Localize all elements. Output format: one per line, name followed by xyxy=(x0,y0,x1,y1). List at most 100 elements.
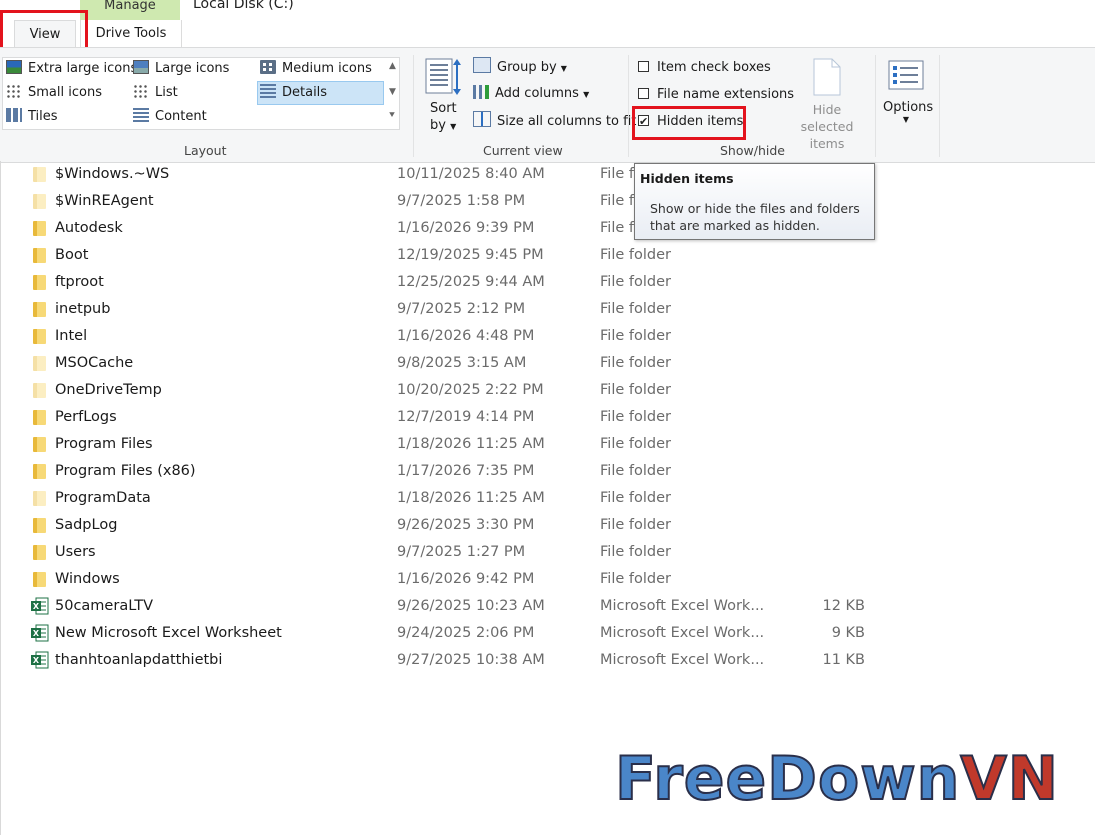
layout-large-icons[interactable]: Large icons xyxy=(133,59,229,79)
sort-by-text: by xyxy=(430,118,446,133)
file-row[interactable]: X New Microsoft Excel Worksheet 9/24/2025 … xyxy=(0,620,1095,647)
file-name: Program Files (x86) xyxy=(55,463,196,479)
item-check-boxes-checkbox[interactable] xyxy=(638,61,649,72)
file-date-modified: 10/20/2025 2:22 PM xyxy=(397,382,544,398)
file-name: inetpub xyxy=(55,301,111,317)
sort-by-button[interactable]: Sort by ▼ xyxy=(424,57,462,133)
layout-item-label: List xyxy=(155,85,178,100)
layout-medium-icons[interactable]: Medium icons xyxy=(260,59,372,79)
file-date-modified: 9/26/2025 10:23 AM xyxy=(397,598,545,614)
file-row[interactable]: Program Files 1/18/2026 11:25 AM File fold… xyxy=(0,431,1095,458)
file-date-modified: 12/7/2019 4:14 PM xyxy=(397,409,535,425)
file-row[interactable]: Users 9/7/2025 1:27 PM File folder xyxy=(0,539,1095,566)
small-icons-icon xyxy=(6,84,22,98)
file-row[interactable]: X 50cameraLTV 9/26/2025 10:23 AM Microsoft … xyxy=(0,593,1095,620)
file-row[interactable]: Xthanhtoanlapdatthietbi 9/27/2025 10:38 A… xyxy=(0,647,1095,674)
folder-icon xyxy=(33,194,46,209)
file-date-modified: 9/7/2025 1:27 PM xyxy=(397,544,526,560)
ribbon-separator xyxy=(628,55,629,157)
layout-small-icons[interactable]: Small icons xyxy=(6,83,102,103)
folder-icon xyxy=(33,248,46,263)
file-date-modified: 9/27/2025 10:38 AM xyxy=(397,652,545,668)
file-size: 12 KB xyxy=(822,598,865,614)
file-name: thanhtoanlapdatthietbi xyxy=(55,652,223,668)
file-date-modified: 1/18/2026 11:25 AM xyxy=(397,436,545,452)
file-name: Program Files xyxy=(55,436,153,452)
hide-selected-items-icon xyxy=(812,57,842,101)
file-type: File folder xyxy=(600,355,671,371)
manage-contextual-tab[interactable]: Manage xyxy=(80,0,180,20)
file-type: File folder xyxy=(600,436,671,452)
file-date-modified: 9/7/2025 2:12 PM xyxy=(397,301,526,317)
layout-item-label: Details xyxy=(282,85,328,100)
file-size: 9 KB xyxy=(831,625,865,641)
options-button[interactable]: Options ▼ xyxy=(883,100,933,124)
file-row[interactable]: inetpub 9/7/2025 2:12 PM File folder xyxy=(0,296,1095,323)
layout-details[interactable]: Details xyxy=(260,83,327,103)
file-row[interactable]: PerfLogs 12/7/2019 4:14 PM File folder xyxy=(0,404,1095,431)
size-all-label: Size all columns to fit xyxy=(497,114,637,129)
file-name: MSOCache xyxy=(55,355,134,371)
file-name: New Microsoft Excel Worksheet xyxy=(55,625,282,641)
details-icon xyxy=(260,84,276,98)
file-row[interactable]: Windows 1/16/2026 9:42 PM File folder xyxy=(0,566,1095,593)
logo-text-red: VN xyxy=(959,744,1059,814)
file-name-extensions-checkbox[interactable] xyxy=(638,88,649,99)
file-row[interactable]: MSOCache 9/8/2025 3:15 AM File folder xyxy=(0,350,1095,377)
add-columns-button[interactable]: Add columns ▼ xyxy=(473,84,589,104)
file-name: ProgramData xyxy=(55,490,151,506)
file-date-modified: 10/11/2025 8:40 AM xyxy=(397,166,545,182)
svg-text:X: X xyxy=(33,629,40,638)
folder-icon xyxy=(33,518,46,533)
file-name-extensions-toggle[interactable]: File name extensions xyxy=(638,85,794,105)
group-by-button[interactable]: Group by ▼ xyxy=(473,57,567,77)
layout-list[interactable]: List xyxy=(133,83,178,103)
file-type: File f xyxy=(600,220,634,236)
sort-by-icon xyxy=(425,58,461,95)
layout-extra-large-icons[interactable]: Extra large icons xyxy=(6,59,137,79)
file-row[interactable]: Intel 1/16/2026 4:48 PM File folder xyxy=(0,323,1095,350)
file-row[interactable]: ftproot 12/25/2025 9:44 AM File folder xyxy=(0,269,1095,296)
file-date-modified: 1/18/2026 11:25 AM xyxy=(397,490,545,506)
group-label-layout: Layout xyxy=(184,143,227,158)
excel-file-icon: X xyxy=(31,651,49,669)
file-type: Microsoft Excel Work... xyxy=(600,598,765,614)
folder-icon xyxy=(33,275,46,290)
file-row[interactable]: $WinREAgent 9/7/2025 1:58 PM File f xyxy=(0,188,1095,215)
file-row[interactable]: $Windows.~WS 10/11/2025 8:40 AM File f xyxy=(0,161,1095,188)
chevron-down-icon: ▼ xyxy=(450,122,457,131)
layout-item-label: Small icons xyxy=(28,85,102,100)
gallery-scroll-up-icon[interactable]: ▲ xyxy=(389,61,396,71)
size-all-columns-button[interactable]: Size all columns to fit xyxy=(473,111,636,131)
file-row[interactable]: Program Files (x86) 1/17/2026 7:35 PM File… xyxy=(0,458,1095,485)
excel-file-icon: X xyxy=(31,624,49,642)
gallery-more-icon[interactable]: ⯆ xyxy=(388,110,396,121)
file-row[interactable]: SadpLog 9/26/2025 3:30 PM File folder xyxy=(0,512,1095,539)
file-row[interactable]: Autodesk 1/16/2026 9:39 PM File f xyxy=(0,215,1095,242)
tooltip-line: Show or hide the files and folders xyxy=(650,201,860,216)
layout-item-label: Large icons xyxy=(155,61,230,76)
file-date-modified: 12/19/2025 9:45 PM xyxy=(397,247,544,263)
item-check-boxes-toggle[interactable]: Item check boxes xyxy=(638,58,771,78)
file-name: ftproot xyxy=(55,274,104,290)
file-name: Intel xyxy=(55,328,88,344)
file-row[interactable]: OneDriveTemp 10/20/2025 2:22 PM File folde… xyxy=(0,377,1095,404)
layout-content[interactable]: Content xyxy=(133,107,207,127)
group-label-current-view: Current view xyxy=(483,143,563,158)
tab-drive-tools[interactable]: Drive Tools xyxy=(80,20,182,48)
file-row[interactable]: ProgramData 1/18/2026 11:25 AM File folder xyxy=(0,485,1095,512)
file-name: $WinREAgent xyxy=(55,193,154,209)
file-name: Autodesk xyxy=(55,220,123,236)
folder-icon xyxy=(33,545,46,560)
folder-icon xyxy=(33,167,46,182)
layout-tiles[interactable]: Tiles xyxy=(6,107,58,127)
file-name: PerfLogs xyxy=(55,409,117,425)
layout-item-label: Extra large icons xyxy=(28,61,138,76)
file-row[interactable]: Boot 12/19/2025 9:45 PM File folder xyxy=(0,242,1095,269)
extra-large-icons-icon xyxy=(6,60,22,74)
ribbon-separator xyxy=(939,55,940,157)
gallery-scroll-down-icon[interactable]: ▼ xyxy=(389,87,396,97)
hide-selected-items-button[interactable]: Hide selected items xyxy=(787,101,867,152)
file-date-modified: 12/25/2025 9:44 AM xyxy=(397,274,545,290)
sort-label: Sort xyxy=(430,101,457,116)
